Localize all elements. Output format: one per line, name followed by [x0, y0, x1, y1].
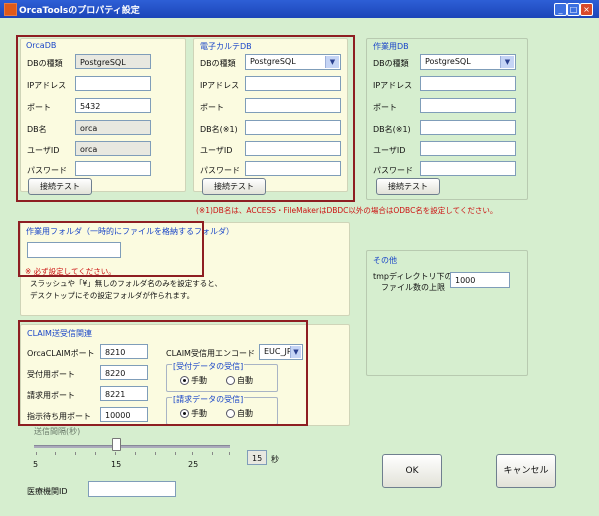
db-name-note: (※1)DB名は、ACCESS・FileMakerはDBDC以外の場合はODBC…	[196, 206, 498, 215]
slider-tick	[135, 452, 136, 455]
folder-desc-line1: スラッシュや「¥」無しのフォルダ名のみを設定すると、	[30, 279, 222, 288]
workdb-user-input[interactable]	[420, 141, 516, 156]
ok-button[interactable]: OK	[382, 454, 442, 488]
other-label-line1: tmpディレクトリ下の	[373, 272, 453, 281]
file-limit-input[interactable]: 1000	[450, 272, 510, 288]
interval-slider-thumb[interactable]	[112, 438, 121, 451]
interval-value-field: 15	[247, 450, 267, 465]
interval-slider-track[interactable]	[34, 445, 230, 448]
workdb-label-ip: IPアドレス	[373, 81, 413, 90]
slider-tick	[75, 452, 76, 455]
workdb-ip-input[interactable]	[420, 76, 516, 91]
window-title: OrcaToolsのプロパティ設定	[19, 6, 140, 16]
other-label-line2: ファイル数の上限	[381, 283, 445, 292]
workdb-dbtype-select[interactable]: PostgreSQL ▼	[420, 54, 516, 70]
cancel-button[interactable]: キャンセル	[496, 454, 556, 488]
slider-tick-label-5: 5	[33, 460, 39, 469]
workdb-label-user: ユーザID	[373, 146, 406, 155]
interval-title: 送信間隔(秒)	[34, 427, 81, 436]
slider-tick-label-15: 15	[111, 460, 122, 469]
app-icon	[4, 3, 17, 16]
title-bar: OrcaToolsのプロパティ設定 _ □ ×	[0, 0, 599, 18]
minimize-button[interactable]: _	[554, 3, 567, 16]
other-title: その他	[373, 256, 397, 265]
workdb-port-input[interactable]	[420, 98, 516, 113]
workdb-label-dbname: DB名(※1)	[373, 125, 411, 134]
chevron-down-icon[interactable]: ▼	[500, 56, 514, 68]
slider-tick-label-25: 25	[188, 460, 199, 469]
other-panel	[366, 250, 528, 376]
slider-tick	[36, 452, 37, 455]
dialog-client-area: OrcaDB DBの種類 PostgreSQL IPアドレス ポート 5432 …	[0, 18, 599, 516]
slider-tick	[212, 452, 213, 455]
slider-tick	[115, 452, 116, 455]
workdb-dbname-input[interactable]	[420, 120, 516, 135]
workdb-test-button[interactable]: 接続テスト	[376, 178, 440, 195]
slider-tick	[229, 452, 230, 455]
slider-tick	[175, 452, 176, 455]
hospital-id-input[interactable]	[88, 481, 176, 497]
highlight-folder	[18, 221, 204, 277]
slider-tick	[155, 452, 156, 455]
maximize-button[interactable]: □	[567, 3, 580, 16]
workdb-label-password: パスワード	[373, 166, 413, 175]
hospital-id-label: 医療機関ID	[27, 487, 68, 496]
close-button[interactable]: ×	[580, 3, 593, 16]
slider-tick	[95, 452, 96, 455]
interval-unit: 秒	[271, 455, 279, 464]
slider-tick	[192, 452, 193, 455]
workdb-title: 作業用DB	[373, 42, 409, 51]
highlight-claim	[18, 320, 308, 426]
workdb-dbtype-value: PostgreSQL	[425, 57, 471, 66]
highlight-db-panels	[16, 35, 355, 202]
workdb-password-input[interactable]	[420, 161, 516, 176]
slider-tick	[55, 452, 56, 455]
workdb-label-port: ポート	[373, 103, 397, 112]
folder-desc-line2: デスクトップにその設定フォルダが作られます。	[30, 291, 195, 300]
workdb-label-dbtype: DBの種類	[373, 59, 409, 68]
